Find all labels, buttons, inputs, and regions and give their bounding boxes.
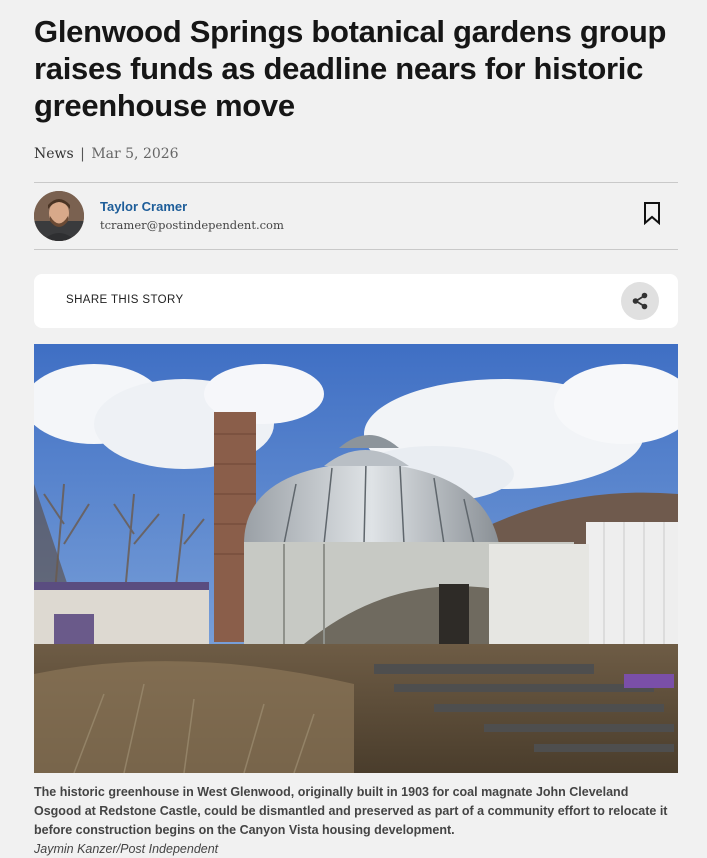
article-photo[interactable] <box>34 344 678 773</box>
bookmark-button[interactable] <box>642 201 662 226</box>
share-bar: SHARE THIS STORY <box>34 274 678 328</box>
author-byline: Taylor Cramer tcramer@postindependent.co… <box>34 183 678 249</box>
share-icon <box>632 292 648 310</box>
meta-separator: | <box>80 146 85 162</box>
share-button[interactable] <box>621 282 659 320</box>
author-name-link[interactable]: Taylor Cramer <box>100 199 187 214</box>
share-label: SHARE THIS STORY <box>66 294 184 306</box>
photo-caption: The historic greenhouse in West Glenwood… <box>34 785 668 837</box>
article-meta: News | Mar 5, 2026 <box>34 145 678 163</box>
divider <box>34 249 678 250</box>
author-email-link[interactable]: tcramer@postindependent.com <box>100 218 284 232</box>
bookmark-icon <box>644 202 660 226</box>
photo-credit: Jaymin Kanzer/Post Independent <box>34 842 219 856</box>
article: Glenwood Springs botanical gardens group… <box>34 0 678 858</box>
author-avatar[interactable] <box>34 191 84 241</box>
headline: Glenwood Springs botanical gardens group… <box>34 14 667 123</box>
publish-date: Mar 5, 2026 <box>91 146 179 162</box>
category-link[interactable]: News <box>34 146 74 162</box>
